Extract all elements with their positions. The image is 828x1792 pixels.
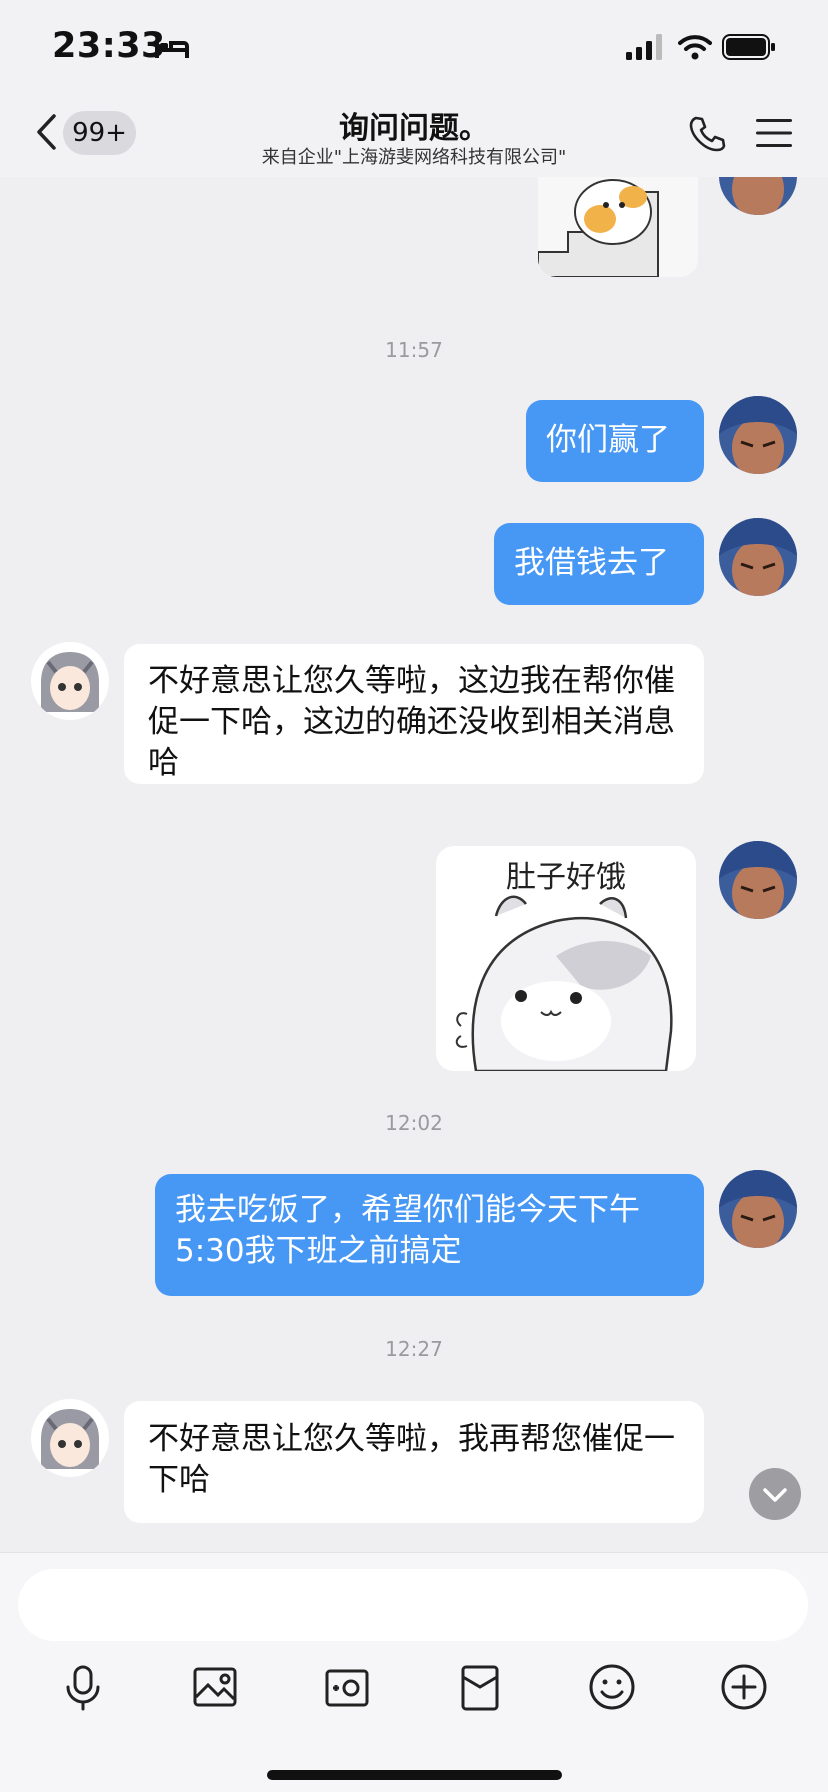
my-avatar[interactable] [719, 1170, 797, 1248]
my-message-bubble[interactable]: 我去吃饭了，希望你们能今天下午5:30我下班之前搞定 [155, 1174, 704, 1296]
message-text: 你们赢了 [546, 422, 670, 458]
scroll-to-bottom-button[interactable] [749, 1468, 801, 1520]
battery-icon [722, 34, 775, 60]
agent-message-bubble[interactable]: 不好意思让您久等啦，我再帮您催促一下哈 [124, 1401, 704, 1523]
timestamp: 11:57 [385, 338, 443, 362]
agent-avatar[interactable] [31, 1399, 109, 1477]
timestamp: 12:27 [385, 1337, 443, 1361]
red-packet-icon[interactable] [454, 1661, 506, 1713]
my-message-bubble[interactable]: 我借钱去了 [494, 523, 704, 605]
menu-icon[interactable] [756, 117, 792, 149]
cellular-signal-icon [626, 34, 662, 60]
my-avatar[interactable] [719, 518, 797, 596]
timestamp: 12:02 [385, 1111, 443, 1135]
sleep-mode-icon [155, 40, 189, 58]
status-time: 23:33 [52, 26, 166, 66]
emoji-icon[interactable] [586, 1661, 638, 1713]
cat-on-stairs-sticker [538, 179, 659, 277]
home-indicator [267, 1770, 562, 1780]
agent-message-bubble[interactable]: 不好意思让您久等啦，这边我在帮你催促一下哈，这边的确还没收到相关消息哈 [124, 644, 704, 784]
phone-call-icon[interactable] [688, 115, 726, 153]
status-bar: 23:33 [0, 0, 828, 95]
message-text: 我去吃饭了，希望你们能今天下午5:30我下班之前搞定 [175, 1192, 640, 1269]
image-icon[interactable] [189, 1661, 241, 1713]
chat-message-list[interactable]: 11:57 你们赢了 我借钱去了 不好意思让您久等啦，这边我在帮你催促一下哈，这… [0, 177, 828, 1552]
my-avatar[interactable] [719, 177, 797, 215]
wifi-icon [678, 35, 712, 60]
message-text: 不好意思让您久等啦，我再帮您催促一下哈 [148, 1421, 675, 1498]
hamster-sticker-image [455, 895, 673, 1071]
my-avatar[interactable] [719, 841, 797, 919]
plus-icon[interactable] [718, 1661, 770, 1713]
composer-area [0, 1552, 828, 1792]
my-avatar[interactable] [719, 396, 797, 474]
chevron-down-icon [763, 1488, 787, 1502]
message-text: 我借钱去了 [514, 545, 669, 581]
camera-icon[interactable] [321, 1661, 373, 1713]
sticker-message[interactable]: 肚子好饿 [436, 846, 696, 1071]
sticker-message[interactable] [538, 177, 698, 277]
agent-avatar[interactable] [31, 642, 109, 720]
message-input[interactable] [18, 1569, 808, 1641]
my-message-bubble[interactable]: 你们赢了 [526, 400, 704, 482]
microphone-icon[interactable] [57, 1661, 109, 1713]
chat-header: 99+ 询问问题。 来自企业"上海游斐网络科技有限公司" [0, 95, 828, 177]
message-text: 不好意思让您久等啦，这边我在帮你催促一下哈，这边的确还没收到相关消息哈 [148, 663, 675, 781]
